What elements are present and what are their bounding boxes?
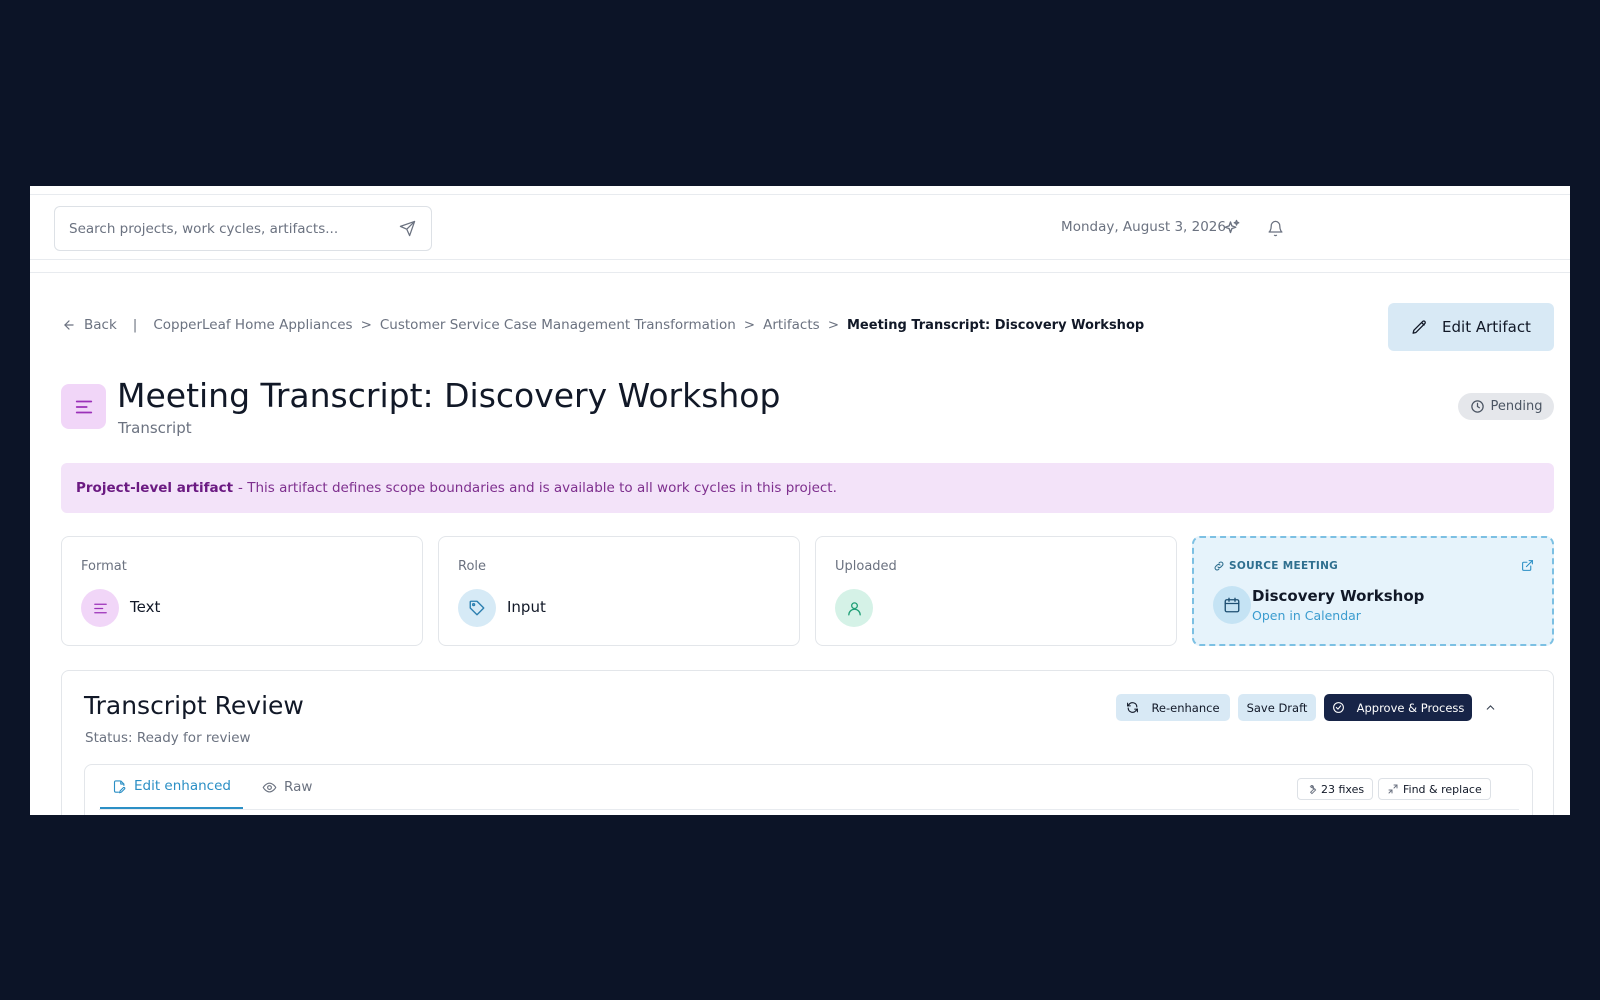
tab-raw[interactable]: Raw — [262, 765, 312, 809]
banner-text: - This artifact defines scope boundaries… — [238, 480, 837, 496]
edit-artifact-label: Edit Artifact — [1442, 318, 1531, 336]
user-icon — [835, 589, 873, 627]
replace-icon — [1388, 784, 1398, 794]
breadcrumb-chevron: > — [360, 317, 372, 333]
project-level-banner: Project-level artifact - This artifact d… — [61, 463, 1554, 513]
breadcrumb-item-project[interactable]: Customer Service Case Management Transfo… — [380, 317, 736, 333]
breadcrumb-chevron: > — [743, 317, 756, 333]
current-date: Monday, August 3, 2026 — [1061, 219, 1226, 235]
approve-process-button[interactable]: Approve & Process — [1324, 694, 1472, 721]
review-title: Transcript Review — [84, 691, 304, 720]
review-status: Status: Ready for review — [85, 730, 251, 746]
external-link-icon[interactable] — [1521, 557, 1534, 576]
arrow-left-icon — [64, 320, 74, 330]
uploaded-card: Uploaded — [815, 536, 1177, 646]
tab-edit-enhanced-label: Edit enhanced — [134, 778, 231, 794]
fixes-button[interactable]: 23 fixes — [1297, 778, 1374, 800]
check-circle-icon — [1332, 702, 1344, 713]
calendar-icon — [1213, 586, 1251, 624]
breadcrumb-separator: | — [132, 317, 138, 333]
save-draft-label: Save Draft — [1246, 700, 1308, 715]
find-replace-button[interactable]: Find & replace — [1378, 778, 1491, 800]
wrench-icon — [1309, 784, 1317, 794]
uploaded-label: Uploaded — [835, 559, 897, 574]
transcript-review-panel: Transcript Review Status: Ready for revi… — [61, 670, 1554, 815]
edit-artifact-button[interactable]: Edit Artifact — [1388, 303, 1554, 351]
back-link[interactable]: Back — [62, 317, 117, 333]
role-card: Role Input — [438, 536, 800, 646]
file-edit-icon — [113, 779, 126, 793]
divider — [30, 272, 1570, 273]
status-badge: Pending — [1458, 393, 1554, 420]
tab-divider — [99, 809, 1519, 810]
find-replace-label: Find & replace — [1403, 782, 1482, 796]
re-enhance-label: Re-enhance — [1151, 700, 1220, 715]
breadcrumb-chevron: > — [827, 317, 839, 333]
pencil-icon — [1412, 319, 1426, 334]
re-enhance-button[interactable]: Re-enhance — [1116, 694, 1230, 721]
bell-icon[interactable] — [1264, 217, 1286, 239]
role-label: Role — [458, 559, 487, 574]
tab-raw-label: Raw — [284, 779, 313, 795]
banner-strong: Project-level artifact — [76, 480, 234, 496]
breadcrumb-item-client[interactable]: CopperLeaf Home Appliances — [153, 317, 352, 333]
approve-process-label: Approve & Process — [1356, 700, 1465, 715]
page-subtitle: Transcript — [118, 419, 192, 437]
tag-icon — [458, 589, 496, 627]
app-window: Monday, August 3, 2026 Back | CopperLeaf… — [30, 186, 1570, 815]
source-meeting-title: SOURCE MEETING — [1229, 560, 1339, 572]
back-label: Back — [84, 317, 117, 333]
breadcrumb: Back | CopperLeaf Home Appliances > Cust… — [62, 317, 1144, 333]
send-icon[interactable] — [397, 219, 417, 239]
format-label: Format — [81, 559, 127, 574]
top-bar: Monday, August 3, 2026 — [30, 194, 1570, 260]
transcript-icon — [61, 384, 106, 429]
sparkles-icon[interactable] — [1221, 217, 1243, 239]
breadcrumb-current: Meeting Transcript: Discovery Workshop — [847, 317, 1145, 333]
status-label: Pending — [1490, 399, 1543, 414]
link-icon — [1214, 561, 1224, 571]
format-value: Text — [130, 598, 161, 616]
refresh-icon — [1127, 702, 1139, 713]
eye-icon — [262, 782, 277, 792]
breadcrumb-item-artifacts[interactable]: Artifacts — [763, 317, 820, 333]
fixes-count: 23 fixes — [1321, 782, 1365, 796]
search-box[interactable] — [54, 206, 432, 251]
text-lines-icon — [81, 589, 119, 627]
chevron-up-icon[interactable] — [1477, 694, 1504, 721]
open-in-calendar-link[interactable]: Open in Calendar — [1252, 608, 1361, 623]
source-meeting-name: Discovery Workshop — [1252, 587, 1425, 605]
tab-edit-enhanced[interactable]: Edit enhanced — [100, 765, 243, 809]
clock-icon — [1470, 400, 1484, 413]
transcript-editor: Edit enhanced Raw 23 fixes Find & replac… — [84, 764, 1533, 815]
source-meeting-card[interactable]: SOURCE MEETING Discovery Workshop Open i… — [1192, 536, 1554, 646]
format-card: Format Text — [61, 536, 423, 646]
role-value: Input — [507, 598, 546, 616]
search-input[interactable] — [69, 220, 397, 237]
save-draft-button[interactable]: Save Draft — [1238, 694, 1316, 721]
source-meeting-header: SOURCE MEETING — [1213, 560, 1338, 572]
page-title: Meeting Transcript: Discovery Workshop — [117, 376, 781, 415]
